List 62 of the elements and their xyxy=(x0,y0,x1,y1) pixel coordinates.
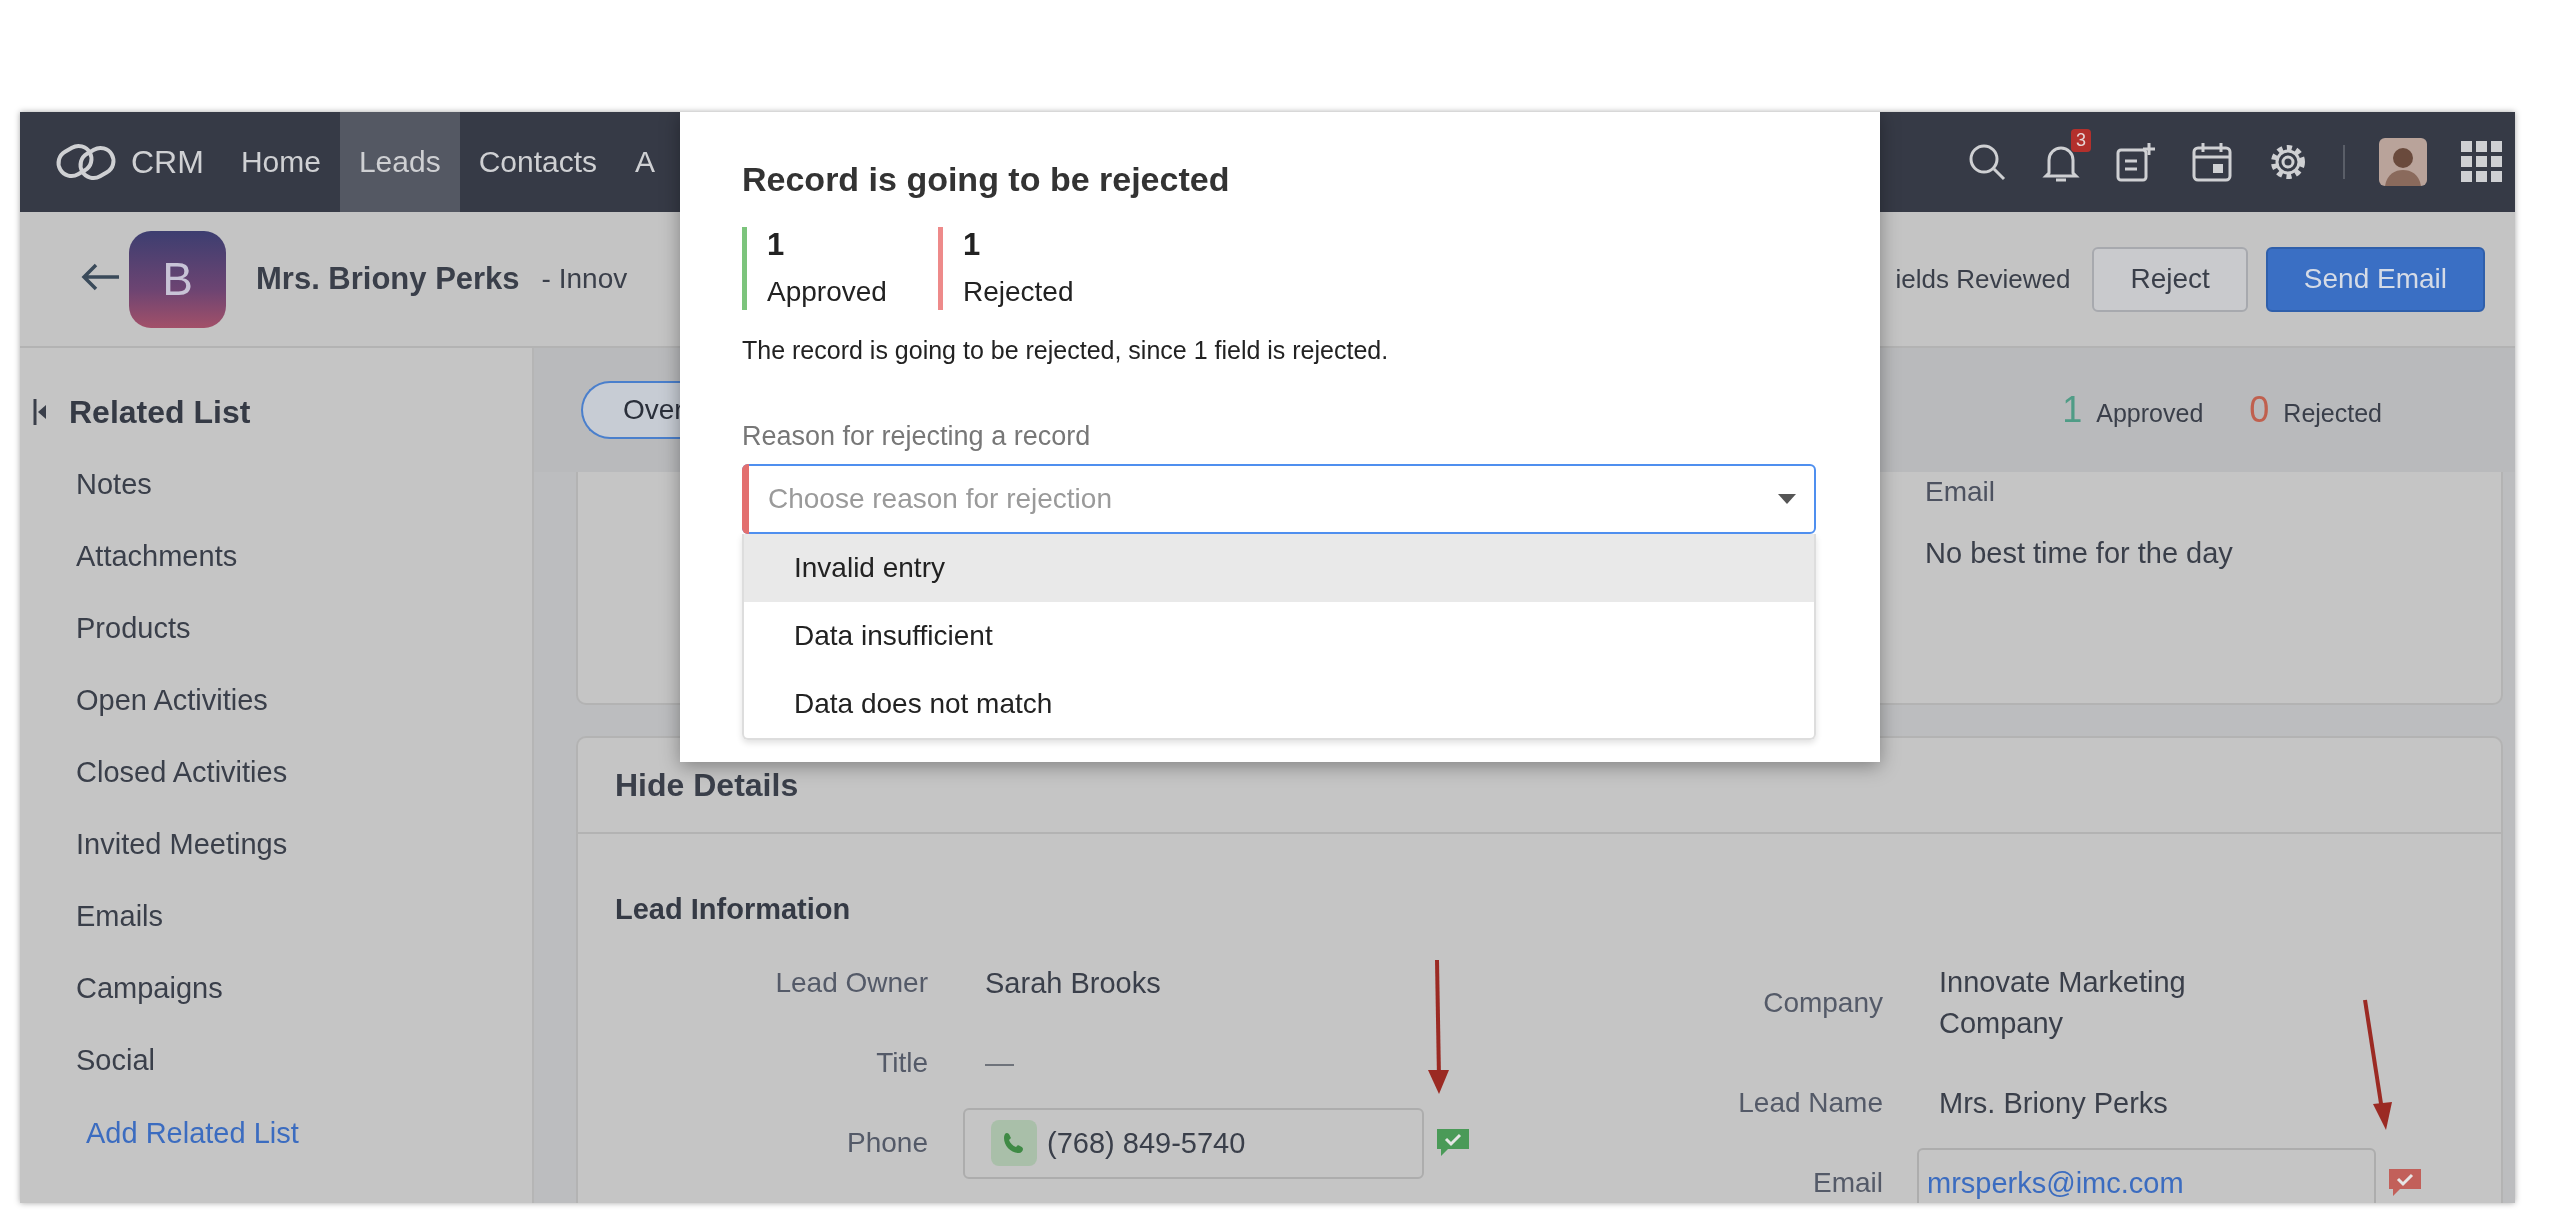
sidebar-item[interactable]: Closed Activities xyxy=(20,736,532,808)
section-title: Lead Information xyxy=(615,892,852,927)
field-label: Company xyxy=(1762,987,1883,1019)
stat-label: Approved xyxy=(767,275,887,309)
nav-tab[interactable]: A xyxy=(616,112,675,212)
field-label: Title xyxy=(875,1047,928,1079)
nav-tab[interactable]: Contacts xyxy=(459,112,617,212)
field-value: No best time for the day xyxy=(1925,536,2234,571)
field-value: Innovate Marketing Company xyxy=(1939,965,2187,1041)
field-label: Email xyxy=(1925,475,1996,509)
stat-count: 1 xyxy=(963,227,982,263)
caret-icon xyxy=(1778,494,1796,504)
menu-option[interactable]: Data does not match xyxy=(744,670,1814,738)
apps-grid-icon xyxy=(2461,141,2503,183)
nav-tab[interactable]: Home xyxy=(221,112,340,212)
sidebar-item[interactable]: Social xyxy=(20,1024,532,1096)
avatar-icon[interactable] xyxy=(2379,138,2427,186)
note-add-icon xyxy=(2115,141,2157,183)
menu-option[interactable]: Invalid entry xyxy=(744,534,1814,602)
stat-label: Rejected xyxy=(963,275,1074,309)
company-subtitle: - Innov xyxy=(541,263,628,295)
calendar-icon xyxy=(2191,141,2233,183)
review-status: ields Reviewed xyxy=(1895,263,2071,295)
field-value: Mrs. Briony Perks xyxy=(1939,1085,2169,1121)
collapse-icon xyxy=(33,399,47,425)
phone-icon xyxy=(991,1120,1037,1166)
stat-count: 1 xyxy=(767,227,786,263)
back-arrow-icon xyxy=(81,262,121,292)
sidebar-item[interactable]: Emails xyxy=(20,880,532,952)
search-icon xyxy=(1967,142,2007,182)
review-count: 1 xyxy=(2062,389,2083,431)
dialog-message: The record is going to be rejected, since 1 field is rejected. xyxy=(742,335,1390,366)
field-value: Sarah Brooks xyxy=(985,965,1162,1001)
field-label: Email xyxy=(1812,1167,1883,1199)
sidebar-item[interactable]: Open Activities xyxy=(20,664,532,736)
field-label: Phone xyxy=(846,1127,928,1159)
comment-check-icon[interactable] xyxy=(2386,1167,2424,1199)
field-label: Lead Owner xyxy=(774,967,928,999)
reject-button[interactable]: Reject xyxy=(2092,246,2248,312)
sidebar-item[interactable]: Campaigns xyxy=(20,952,532,1024)
avatar: B xyxy=(129,230,226,328)
review-count-label: Rejected xyxy=(2283,399,2382,428)
review-count-label: Approved xyxy=(2096,399,2204,428)
hide-details-toggle[interactable]: Hide Details xyxy=(615,766,799,804)
sidebar-item[interactable]: Products xyxy=(20,592,532,664)
review-count: 0 xyxy=(2249,389,2270,431)
field-value: — xyxy=(985,1045,1015,1081)
field-label: Lead Name xyxy=(1737,1087,1883,1119)
dialog-title: Record is going to be rejected xyxy=(742,159,1231,200)
phone-field[interactable]: (768) 849-5740 xyxy=(963,1107,1424,1179)
record-name: Mrs. Briony Perks xyxy=(256,261,520,297)
sidebar-item[interactable]: Notes xyxy=(20,448,532,520)
sidebar-item[interactable]: Attachments xyxy=(20,520,532,592)
notification-badge: 3 xyxy=(2071,129,2091,152)
nav-tab[interactable]: Leads xyxy=(339,112,460,212)
menu-option[interactable]: Data insufficient xyxy=(744,602,1814,670)
app-name: CRM xyxy=(131,143,204,181)
send-email-button[interactable]: Send Email xyxy=(2265,246,2485,312)
sidebar-item[interactable]: Invited Meetings xyxy=(20,808,532,880)
sidebar-title: Related List xyxy=(69,393,251,431)
comment-check-icon[interactable] xyxy=(1434,1127,1472,1159)
field-label: Reason for rejecting a record xyxy=(742,420,1092,453)
